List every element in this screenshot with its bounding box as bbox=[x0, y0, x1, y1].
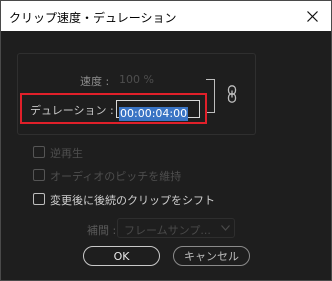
reverse-speed-label: 逆再生 bbox=[50, 147, 83, 160]
maintain-pitch-checkbox[interactable] bbox=[33, 169, 45, 181]
clip-speed-duration-dialog: クリップ速度・デュレーション 速度 : 100 % デュレーション : 00:0… bbox=[0, 0, 332, 281]
reverse-speed-checkbox[interactable] bbox=[33, 146, 45, 158]
maintain-pitch-label: オーディオのピッチを維持 bbox=[50, 170, 182, 183]
interpolation-value: フレームサンプ... bbox=[124, 224, 211, 237]
duration-input[interactable]: 00:00:04:00 bbox=[116, 100, 200, 121]
ripple-edit-label: 変更後に後続のクリップをシフト bbox=[50, 194, 215, 207]
dialog-title: クリップ速度・デュレーション bbox=[9, 11, 177, 25]
ripple-edit-checkbox[interactable] bbox=[33, 193, 45, 205]
speed-field[interactable]: 100 % bbox=[119, 73, 154, 86]
ok-button[interactable]: OK bbox=[83, 246, 160, 266]
duration-label: デュレーション : bbox=[30, 104, 114, 117]
link-bracket bbox=[206, 79, 215, 113]
title-bar: クリップ速度・デュレーション bbox=[1, 1, 331, 31]
interpolation-label: 補間 : bbox=[87, 224, 117, 237]
close-icon bbox=[306, 10, 318, 22]
cancel-button[interactable]: キャンセル bbox=[173, 246, 250, 266]
speed-label: 速度 : bbox=[80, 75, 110, 88]
duration-value: 00:00:04:00 bbox=[119, 107, 189, 121]
chevron-down-icon bbox=[221, 225, 230, 231]
link-icon[interactable] bbox=[227, 85, 237, 103]
interpolation-select[interactable]: フレームサンプ... bbox=[117, 218, 235, 238]
close-button[interactable] bbox=[297, 4, 327, 28]
